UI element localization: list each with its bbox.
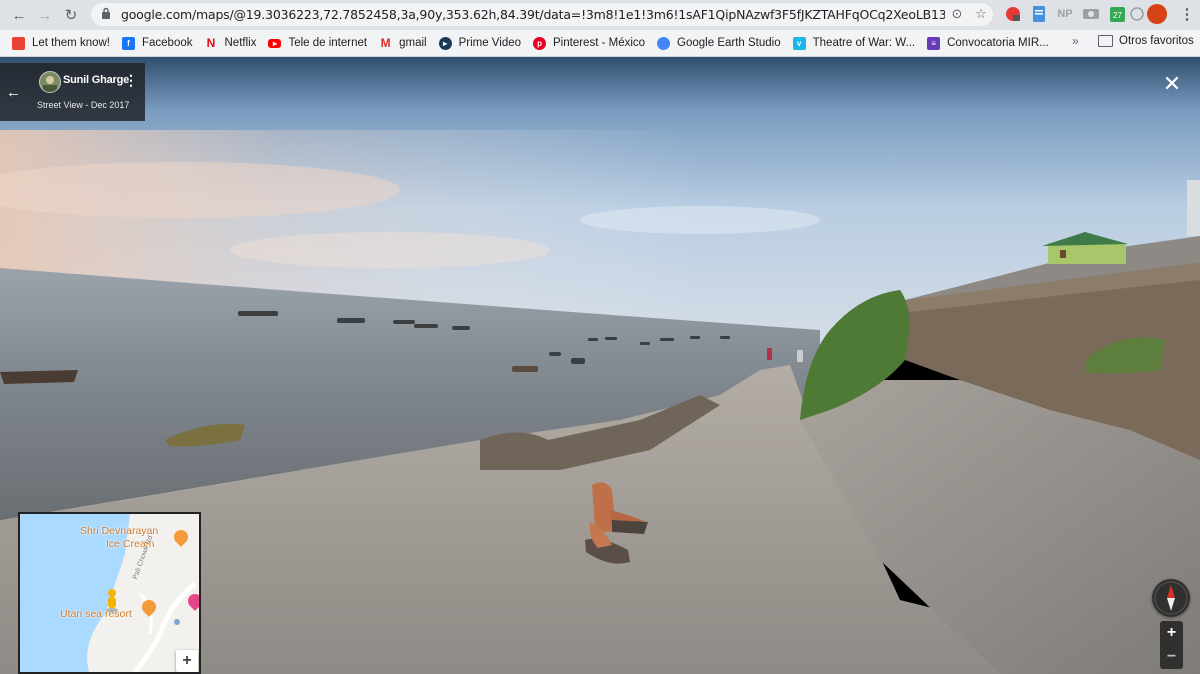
bookmark-label: Convocatoria MIR... bbox=[947, 37, 1049, 49]
more-bookmarks-chevron-icon[interactable]: » bbox=[1072, 34, 1079, 48]
location-icon[interactable]: ⊙ bbox=[945, 7, 969, 22]
extension-docs-icon[interactable] bbox=[1030, 5, 1048, 23]
prime-video-icon: ▸ bbox=[438, 36, 452, 50]
cloud bbox=[230, 232, 550, 268]
bookmark-let-them-know[interactable]: Let them know! bbox=[12, 36, 110, 50]
other-bookmarks-label: Otros favoritos bbox=[1119, 35, 1194, 47]
bookmark-netflix[interactable]: N Netflix bbox=[205, 36, 257, 50]
zoom-control: + − bbox=[1160, 621, 1183, 669]
forms-icon: ≡ bbox=[927, 36, 941, 50]
bookmark-label: Prime Video bbox=[458, 37, 522, 49]
bookmark-tele-de-internet[interactable]: ▸ Tele de internet bbox=[268, 37, 367, 49]
pegman-icon[interactable] bbox=[105, 588, 119, 612]
extension-np-icon[interactable]: NP bbox=[1055, 5, 1075, 23]
profile-avatar-icon[interactable] bbox=[1147, 4, 1167, 24]
bookmark-gmail[interactable]: Mgmail bbox=[379, 36, 427, 50]
bookmark-label: Tele de internet bbox=[288, 37, 368, 49]
map-poi bbox=[174, 619, 180, 625]
address-bar[interactable]: google.com/maps/@19.3036223,72.7852458,3… bbox=[91, 3, 993, 26]
back-arrow-icon[interactable]: ← bbox=[0, 63, 27, 121]
bookmark-prime-video[interactable]: ▸ Prime Video bbox=[438, 36, 522, 50]
minimap[interactable]: Shri Devnarayan Ice Cream Utan sea resor… bbox=[18, 512, 201, 674]
facebook-icon: f bbox=[121, 36, 135, 50]
earth-icon bbox=[657, 36, 671, 50]
author-avatar[interactable] bbox=[39, 71, 61, 93]
megaphone-icon bbox=[12, 36, 25, 50]
bookmark-label: gmail bbox=[399, 37, 427, 49]
author-name[interactable]: Sunil Gharge bbox=[63, 74, 129, 86]
bookmark-label: Facebook bbox=[141, 37, 193, 49]
cloud bbox=[580, 206, 820, 234]
svg-text:27: 27 bbox=[1113, 11, 1122, 20]
bookmark-theatre-of-war[interactable]: v Theatre of War: W... bbox=[792, 36, 916, 50]
bookmark-label: Google Earth Studio bbox=[677, 37, 781, 49]
url-text[interactable]: google.com/maps/@19.3036223,72.7852458,3… bbox=[121, 7, 945, 22]
bookmark-convocatoria[interactable]: ≡ Convocatoria MIR... bbox=[927, 36, 1049, 50]
netflix-icon: N bbox=[206, 36, 216, 50]
lock-icon bbox=[101, 7, 113, 22]
folder-icon bbox=[1098, 35, 1113, 47]
minimap-zoom-in-button[interactable]: + bbox=[176, 650, 198, 672]
youtube-icon: ▸ bbox=[268, 38, 282, 48]
bookmark-label: Pinterest - México bbox=[553, 37, 646, 49]
extension-camera-icon[interactable] bbox=[1082, 5, 1100, 23]
bookmark-google-earth-studio[interactable]: Google Earth Studio bbox=[657, 36, 781, 50]
bookmark-label: Netflix bbox=[224, 37, 257, 49]
pinterest-icon: p bbox=[533, 36, 547, 50]
bookmark-label: Let them know! bbox=[32, 37, 110, 49]
bookmark-pinterest[interactable]: p Pinterest - México bbox=[533, 36, 646, 50]
zoom-in-button[interactable]: + bbox=[1160, 621, 1183, 645]
reload-icon[interactable]: ↻ bbox=[60, 4, 82, 26]
extension-calendar-icon[interactable]: 27 bbox=[1108, 5, 1126, 23]
more-options-icon[interactable]: ⋮ bbox=[124, 71, 138, 89]
bookmark-facebook[interactable]: f Facebook bbox=[121, 36, 193, 50]
zoom-out-button[interactable]: − bbox=[1160, 645, 1183, 669]
other-bookmarks-folder[interactable]: Otros favoritos bbox=[1098, 35, 1194, 47]
map-label-utan-sea-resort: Utan sea resort bbox=[60, 608, 132, 620]
bookmark-star-icon[interactable]: ☆ bbox=[969, 7, 993, 22]
bookmark-label: Theatre of War: W... bbox=[812, 37, 916, 49]
extension-rss-icon[interactable] bbox=[1128, 5, 1146, 23]
lighthouse bbox=[1187, 180, 1200, 236]
close-icon[interactable]: ✕ bbox=[1158, 70, 1186, 98]
compass-icon[interactable] bbox=[1152, 579, 1190, 617]
gmail-icon: M bbox=[380, 36, 391, 50]
street-view-info-card: ← Sunil Gharge ⋮ Street View - Dec 2017 bbox=[0, 63, 145, 121]
vimeo-icon: v bbox=[792, 36, 806, 50]
capture-date: Street View - Dec 2017 bbox=[37, 100, 130, 110]
extension-adblock-icon[interactable] bbox=[1004, 5, 1022, 23]
back-arrow-icon[interactable]: ← bbox=[8, 4, 30, 26]
bookmarks-bar: Let them know! f Facebook N Netflix ▸ Tele … bbox=[0, 30, 1200, 57]
browser-menu-icon[interactable]: ⋮ bbox=[1178, 5, 1196, 23]
forward-arrow-icon[interactable]: → bbox=[34, 4, 56, 26]
